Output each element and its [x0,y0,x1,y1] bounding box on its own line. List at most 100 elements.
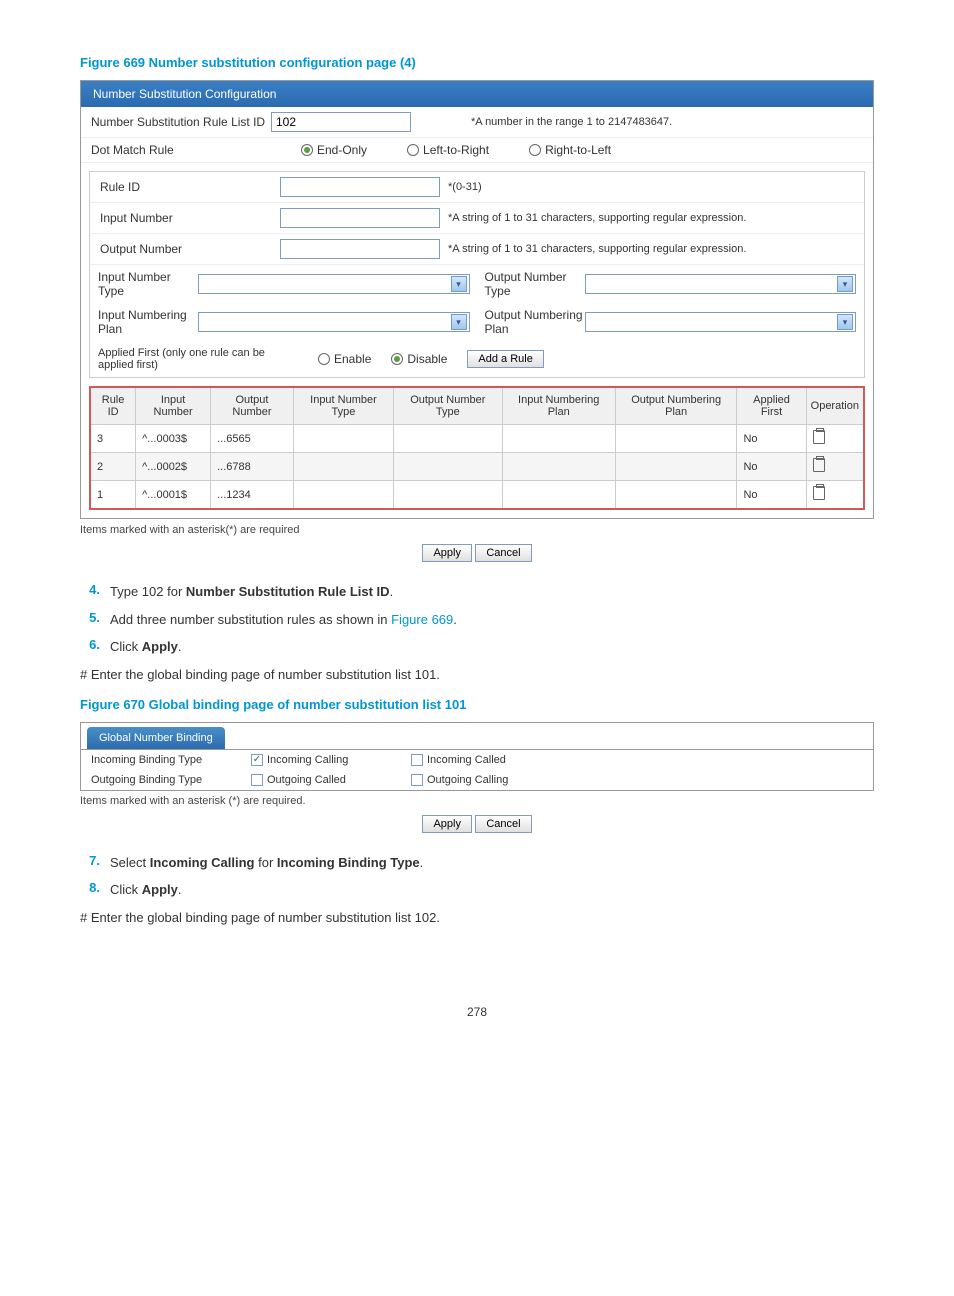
radio-label: Enable [334,352,371,366]
checkbox-label: Outgoing Called [267,774,346,786]
radio-label: Disable [407,352,447,366]
cell-applied: No [737,425,806,453]
cancel-button[interactable]: Cancel [475,815,531,833]
output-number-label: Output Number [100,242,280,256]
th-input-number-type: Input Number Type [293,387,393,425]
panel-header: Number Substitution Configuration [81,81,873,107]
chevron-down-icon: ▾ [451,276,467,292]
th-operation: Operation [806,387,864,425]
radio-icon [318,353,330,365]
table-row: 3 ^...0003$ ...6565 No [90,425,864,453]
figure-670-title: Figure 670 Global binding page of number… [80,697,874,712]
tab-global-binding[interactable]: Global Number Binding [87,727,225,749]
input-number-input[interactable] [280,208,440,228]
th-applied-first: Applied First [737,387,806,425]
number-substitution-panel: Number Substitution Configuration Number… [80,80,874,519]
input-numbering-plan-select[interactable]: ▾ [198,312,470,332]
radio-icon [529,144,541,156]
trash-icon[interactable] [813,458,825,472]
checkbox-incoming-calling[interactable]: ✓ Incoming Calling [251,754,411,766]
cell-applied: No [737,481,806,510]
step-text: Click Apply. [110,880,874,900]
rule-list-id-input[interactable] [271,112,411,132]
cell-input: ^...0003$ [136,425,211,453]
chevron-down-icon: ▾ [837,276,853,292]
checkbox-outgoing-calling[interactable]: Outgoing Calling [411,774,571,786]
step-number: 6. [80,637,110,657]
global-binding-panel: Global Number Binding Incoming Binding T… [80,722,874,791]
input-number-type-select[interactable]: ▾ [198,274,470,294]
checkbox-icon [251,774,263,786]
radio-label: Left-to-Right [423,143,489,157]
rule-id-hint: *(0-31) [448,181,482,193]
checkbox-incoming-called[interactable]: Incoming Called [411,754,571,766]
th-input-number: Input Number [136,387,211,425]
step-text: Add three number substitution rules as s… [110,610,874,630]
table-row: 1 ^...0001$ ...1234 No [90,481,864,510]
radio-icon [407,144,419,156]
checkbox-outgoing-called[interactable]: Outgoing Called [251,774,411,786]
chevron-down-icon: ▾ [451,314,467,330]
cell-output: ...1234 [211,481,294,510]
step-number: 4. [80,582,110,602]
trash-icon[interactable] [813,430,825,444]
output-number-hint: *A string of 1 to 31 characters, support… [448,243,746,255]
body-text: # Enter the global binding page of numbe… [80,910,874,925]
radio-disable[interactable]: Disable [391,352,447,366]
th-output-number: Output Number [211,387,294,425]
radio-label: End-Only [317,143,367,157]
step-number: 8. [80,880,110,900]
step-text: Select Incoming Calling for Incoming Bin… [110,853,874,873]
checkbox-label: Incoming Calling [267,754,348,766]
table-row: 2 ^...0002$ ...6788 No [90,453,864,481]
add-rule-button[interactable]: Add a Rule [467,350,543,368]
output-numbering-plan-label: Output Numbering Plan [485,308,585,336]
th-rule-id: Rule ID [90,387,136,425]
rule-form-box: Rule ID *(0-31) Input Number *A string o… [89,171,865,378]
rule-list-id-hint: *A number in the range 1 to 2147483647. [471,116,672,128]
figure-669-title: Figure 669 Number substitution configura… [80,55,874,70]
output-number-input[interactable] [280,239,440,259]
apply-button[interactable]: Apply [422,815,472,833]
input-number-hint: *A string of 1 to 31 characters, support… [448,212,746,224]
cell-rule-id: 2 [90,453,136,481]
figure-link[interactable]: Figure 669 [391,612,453,627]
radio-label: Right-to-Left [545,143,611,157]
radio-end-only[interactable]: End-Only [301,143,367,157]
required-footnote: Items marked with an asterisk (*) are re… [80,795,874,807]
applied-first-label: Applied First (only one rule can be appl… [98,347,298,371]
input-number-type-label: Input Number Type [98,270,198,298]
output-numbering-plan-select[interactable]: ▾ [585,312,857,332]
checkbox-icon: ✓ [251,754,263,766]
cell-rule-id: 3 [90,425,136,453]
rule-id-label: Rule ID [100,180,280,194]
rule-id-input[interactable] [280,177,440,197]
radio-enable[interactable]: Enable [318,352,371,366]
rules-table: Rule ID Input Number Output Number Input… [89,386,865,510]
output-number-type-select[interactable]: ▾ [585,274,857,294]
radio-icon [391,353,403,365]
incoming-binding-label: Incoming Binding Type [91,754,251,766]
trash-icon[interactable] [813,486,825,500]
step-text: Click Apply. [110,637,874,657]
output-number-type-label: Output Number Type [485,270,585,298]
body-text: # Enter the global binding page of numbe… [80,667,874,682]
th-output-number-type: Output Number Type [394,387,502,425]
step-number: 7. [80,853,110,873]
radio-left-to-right[interactable]: Left-to-Right [407,143,489,157]
outgoing-binding-label: Outgoing Binding Type [91,774,251,786]
checkbox-label: Outgoing Calling [427,774,508,786]
step-text: Type 102 for Number Substitution Rule Li… [110,582,874,602]
chevron-down-icon: ▾ [837,314,853,330]
th-output-numbering-plan: Output Numbering Plan [615,387,737,425]
apply-button[interactable]: Apply [422,544,472,562]
input-numbering-plan-label: Input Numbering Plan [98,308,198,336]
dot-match-label: Dot Match Rule [91,143,271,157]
radio-right-to-left[interactable]: Right-to-Left [529,143,611,157]
checkbox-icon [411,774,423,786]
cell-applied: No [737,453,806,481]
cancel-button[interactable]: Cancel [475,544,531,562]
cell-output: ...6788 [211,453,294,481]
input-number-label: Input Number [100,211,280,225]
cell-rule-id: 1 [90,481,136,510]
